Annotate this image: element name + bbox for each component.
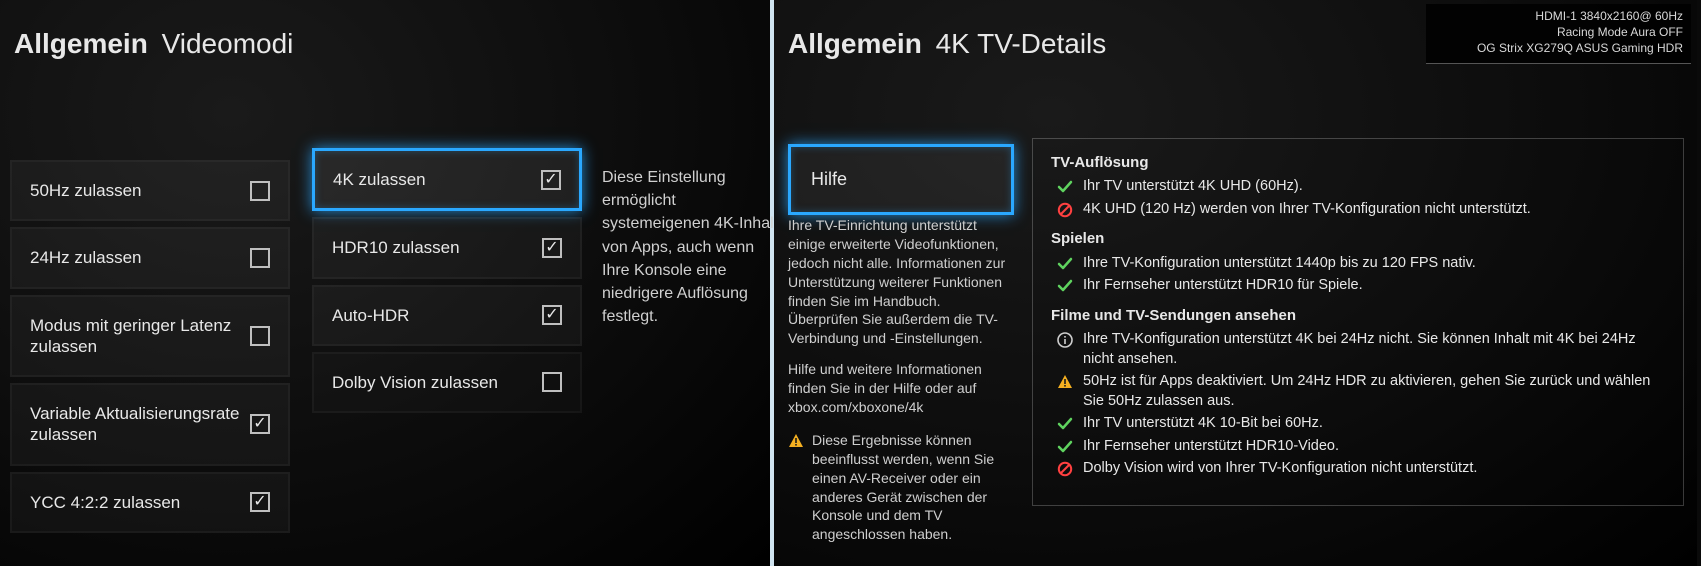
help-paragraph: Ihre TV-Einrichtung unterstützt einige e…	[788, 216, 1014, 348]
detail-text: Ihr TV unterstützt 4K 10-Bit bei 60Hz.	[1083, 414, 1665, 434]
option-label: Auto-HDR	[332, 305, 542, 326]
option-label: HDR10 zulassen	[332, 237, 542, 258]
checkbox-icon	[542, 372, 562, 392]
info-icon	[1057, 332, 1073, 348]
warning-icon	[788, 433, 804, 449]
section-title: TV-Auflösung	[1051, 153, 1665, 173]
option-4k[interactable]: 4K zulassen	[312, 148, 582, 211]
option-label: Dolby Vision zulassen	[332, 372, 542, 393]
checkbox-icon	[541, 170, 561, 190]
options-column-right: 4K zulassen HDR10 zulassen Auto-HDR Dolb…	[312, 148, 582, 413]
breadcrumb: Allgemein Videomodi	[14, 28, 293, 60]
option-label: YCC 4:2:2 zulassen	[30, 492, 250, 513]
detail-row: Dolby Vision wird von Ihrer TV-Konfigura…	[1057, 459, 1665, 479]
checkbox-icon	[250, 326, 270, 346]
checkbox-icon	[250, 248, 270, 268]
option-vrr[interactable]: Variable Aktualisierungsrate zulassen	[10, 383, 290, 466]
help-text-column: Ihre TV-Einrichtung unterstützt einige e…	[788, 204, 1014, 544]
option-dolby-vision[interactable]: Dolby Vision zulassen	[312, 352, 582, 413]
detail-row: Ihre TV-Konfiguration unterstützt 1440p …	[1057, 254, 1665, 274]
breadcrumb: Allgemein 4K TV-Details	[788, 28, 1106, 60]
detail-row: Ihre TV-Konfiguration unterstützt 4K bei…	[1057, 330, 1665, 369]
warning-icon	[1057, 374, 1073, 390]
option-hdr10[interactable]: HDR10 zulassen	[312, 217, 582, 278]
checkbox-icon	[542, 305, 562, 325]
check-icon	[1057, 256, 1073, 272]
detail-text: Ihr TV unterstützt 4K UHD (60Hz).	[1083, 177, 1665, 197]
help-warning-text: Diese Ergebnisse können beeinflusst werd…	[812, 431, 1014, 544]
option-label: 4K zulassen	[333, 169, 541, 190]
check-icon	[1057, 179, 1073, 195]
breadcrumb-section: Allgemein	[14, 28, 148, 59]
detail-text: Dolby Vision wird von Ihrer TV-Konfigura…	[1083, 459, 1665, 479]
option-ycc422[interactable]: YCC 4:2:2 zulassen	[10, 472, 290, 533]
check-icon	[1057, 416, 1073, 432]
detail-text: Ihr Fernseher unterstützt HDR10 für Spie…	[1083, 276, 1665, 296]
check-icon	[1057, 439, 1073, 455]
detail-row: 4K UHD (120 Hz) werden von Ihrer TV-Konf…	[1057, 200, 1665, 220]
checkbox-icon	[250, 181, 270, 201]
option-label: 50Hz zulassen	[30, 180, 250, 201]
breadcrumb-section: Allgemein	[788, 28, 922, 59]
detail-text: 50Hz ist für Apps deaktiviert. Um 24Hz H…	[1083, 372, 1665, 411]
pane-4k-details: HDMI-1 3840x2160@ 60Hz Racing Mode Aura …	[774, 0, 1697, 566]
option-label: 24Hz zulassen	[30, 247, 250, 268]
option-auto-hdr[interactable]: Auto-HDR	[312, 285, 582, 346]
option-label: Variable Aktualisierungsrate zulassen	[30, 403, 250, 446]
option-50hz[interactable]: 50Hz zulassen	[10, 160, 290, 221]
help-button-label: Hilfe	[811, 169, 847, 189]
checkbox-icon	[250, 492, 270, 512]
option-description: Diese Einstellung ermöglicht systemeigen…	[602, 166, 782, 328]
section-title: Spielen	[1051, 229, 1665, 249]
checkbox-icon	[542, 238, 562, 258]
unsupported-icon	[1057, 202, 1073, 218]
checkbox-icon	[250, 414, 270, 434]
check-icon	[1057, 278, 1073, 294]
detail-row: 50Hz ist für Apps deaktiviert. Um 24Hz H…	[1057, 372, 1665, 411]
help-paragraph: Hilfe und weitere Informationen finden S…	[788, 360, 1014, 417]
detail-text: 4K UHD (120 Hz) werden von Ihrer TV-Konf…	[1083, 200, 1665, 220]
detail-text: Ihre TV-Konfiguration unterstützt 1440p …	[1083, 254, 1665, 274]
breadcrumb-page: Videomodi	[162, 28, 294, 59]
osd-line: OG Strix XG279Q ASUS Gaming HDR	[1436, 40, 1683, 56]
monitor-osd-overlay: HDMI-1 3840x2160@ 60Hz Racing Mode Aura …	[1426, 4, 1691, 64]
detail-row: Ihr Fernseher unterstützt HDR10-Video.	[1057, 437, 1665, 457]
help-warning: Diese Ergebnisse können beeinflusst werd…	[788, 431, 1014, 544]
option-24hz[interactable]: 24Hz zulassen	[10, 227, 290, 288]
section-title: Filme und TV-Sendungen ansehen	[1051, 306, 1665, 326]
osd-line: HDMI-1 3840x2160@ 60Hz	[1436, 8, 1683, 24]
detail-row: Ihr Fernseher unterstützt HDR10 für Spie…	[1057, 276, 1665, 296]
detail-text: Ihr Fernseher unterstützt HDR10-Video.	[1083, 437, 1665, 457]
pane-videomodi: Allgemein Videomodi 50Hz zulassen 24Hz z…	[0, 0, 774, 566]
osd-line: Racing Mode Aura OFF	[1436, 24, 1683, 40]
detail-text: Ihre TV-Konfiguration unterstützt 4K bei…	[1083, 330, 1665, 369]
options-column-left: 50Hz zulassen 24Hz zulassen Modus mit ge…	[10, 160, 290, 533]
detail-row: Ihr TV unterstützt 4K UHD (60Hz).	[1057, 177, 1665, 197]
detail-row: Ihr TV unterstützt 4K 10-Bit bei 60Hz.	[1057, 414, 1665, 434]
unsupported-icon	[1057, 461, 1073, 477]
breadcrumb-page: 4K TV-Details	[936, 28, 1107, 59]
option-low-latency[interactable]: Modus mit geringer Latenz zulassen	[10, 295, 290, 378]
option-label: Modus mit geringer Latenz zulassen	[30, 315, 250, 358]
tv-details-panel: TV-Auflösung Ihr TV unterstützt 4K UHD (…	[1032, 138, 1684, 506]
